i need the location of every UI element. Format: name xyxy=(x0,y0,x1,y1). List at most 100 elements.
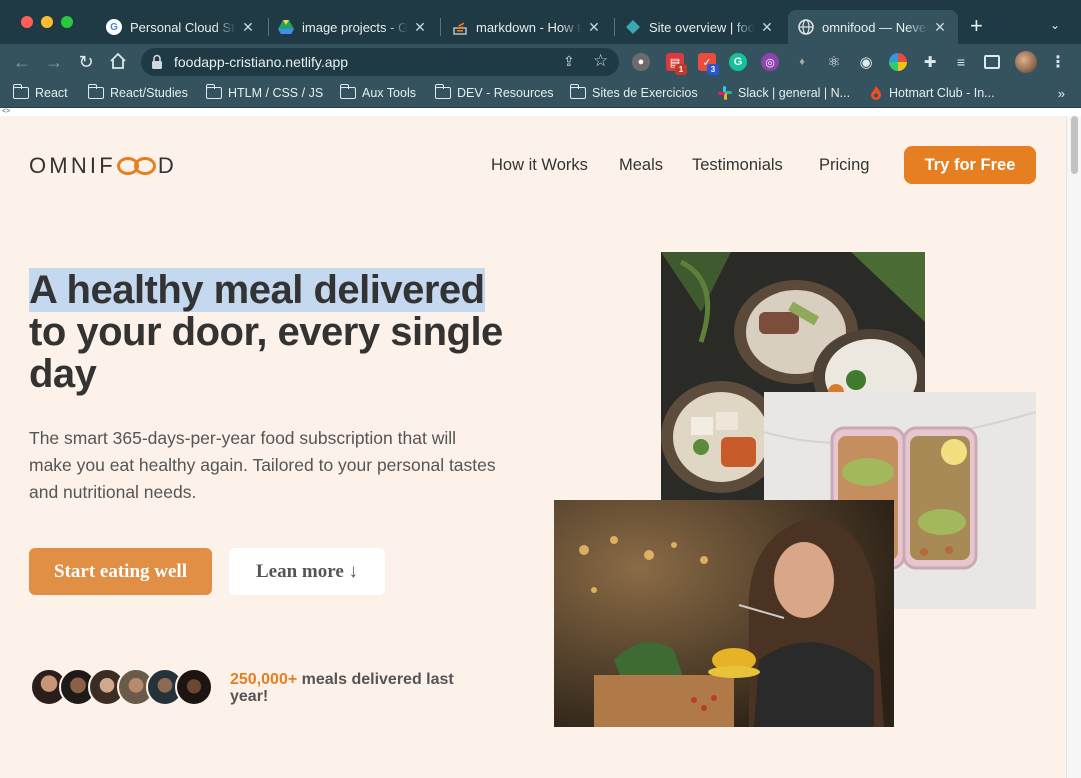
google-icon: G xyxy=(106,19,122,35)
extension-purple-icon[interactable]: ◎ xyxy=(761,53,779,71)
bookmark-label: Hotmart Club - In... xyxy=(889,86,995,100)
bookmark-label: React/Studies xyxy=(110,86,188,100)
bookmark-folder-sites-exercicios[interactable]: Sites de Exercicios xyxy=(569,84,698,100)
bookmark-folder-react[interactable]: React xyxy=(12,84,68,100)
stackoverflow-icon xyxy=(452,19,468,35)
close-tab-icon[interactable]: ✕ xyxy=(240,19,256,36)
maximize-window-button[interactable] xyxy=(61,16,73,28)
customer-avatar xyxy=(175,668,213,706)
address-bar[interactable]: foodapp-cristiano.netlify.app ⇪ ☆ xyxy=(141,48,619,76)
home-button[interactable] xyxy=(108,52,128,72)
browser-menu-icon[interactable]: ⋮ xyxy=(1049,53,1067,71)
bookmark-slack[interactable]: Slack | general | N... xyxy=(718,86,850,100)
folder-icon xyxy=(205,84,222,99)
folder-icon xyxy=(434,84,451,99)
logo-text-left: OMNIF xyxy=(29,153,116,178)
nav-how-it-works[interactable]: How it Works xyxy=(491,156,588,175)
globe-icon xyxy=(798,19,814,35)
bookmark-label: HTLM / CSS / JS xyxy=(228,86,324,100)
lock-icon[interactable] xyxy=(151,54,165,70)
tab-site-overview[interactable]: Site overview | foo ✕ xyxy=(615,10,785,44)
close-tab-icon[interactable]: ✕ xyxy=(759,19,775,36)
netlify-icon xyxy=(625,19,641,35)
bookmarks-bar: React React/Studies HTLM / CSS / JS Aux … xyxy=(0,80,1081,108)
bookmark-label: Slack | general | N... xyxy=(738,86,851,100)
colorpicker-icon[interactable] xyxy=(889,53,907,71)
tab-separator xyxy=(440,18,441,36)
url-text[interactable]: foodapp-cristiano.netlify.app xyxy=(174,54,348,70)
minimize-window-button[interactable] xyxy=(41,16,53,28)
slack-icon xyxy=(718,86,732,100)
browser-toolbar: ← → ↻ foodapp-cristiano.netlify.app ⇪ ☆ … xyxy=(0,44,1081,80)
close-window-button[interactable] xyxy=(21,16,33,28)
extension-target-icon[interactable]: ◉ xyxy=(857,53,875,71)
folder-icon xyxy=(87,84,104,99)
tab-image-projects[interactable]: image projects - Go ✕ xyxy=(268,10,438,44)
hotmart-flame-icon xyxy=(869,86,883,100)
hero-photo-woman-eating xyxy=(554,500,894,727)
extensions-puzzle-icon[interactable]: ✚ xyxy=(921,53,939,71)
bookmark-folder-html-css-js[interactable]: HTLM / CSS / JS xyxy=(205,84,324,100)
reading-list-icon[interactable]: ≡ xyxy=(952,53,970,71)
logo-text-right: D xyxy=(157,153,177,178)
tab-title: image projects - Go xyxy=(302,19,408,35)
scrollbar-thumb[interactable] xyxy=(1071,116,1078,174)
back-button[interactable]: ← xyxy=(12,52,32,72)
google-drive-icon xyxy=(278,19,294,35)
tab-omnifood-active[interactable]: omnifood — Never ✕ xyxy=(788,10,958,44)
grammarly-icon[interactable]: G xyxy=(729,53,747,71)
tab-markdown[interactable]: markdown - How to ✕ xyxy=(442,10,612,44)
bookmark-label: Sites de Exercicios xyxy=(592,86,698,100)
bookmark-hotmart[interactable]: Hotmart Club - In... xyxy=(869,86,995,100)
close-tab-icon[interactable]: ✕ xyxy=(932,19,948,36)
close-tab-icon[interactable]: ✕ xyxy=(586,19,602,36)
forward-button[interactable]: → xyxy=(44,52,64,72)
folder-icon xyxy=(12,84,29,99)
folder-icon xyxy=(339,84,356,99)
close-tab-icon[interactable]: ✕ xyxy=(412,19,428,36)
tab-personal-cloud[interactable]: G Personal Cloud Sto ✕ xyxy=(96,10,266,44)
side-panel-icon[interactable] xyxy=(984,55,1000,69)
hero-title: A healthy meal delivered to your door, ev… xyxy=(29,268,529,396)
hero-title-highlighted: A healthy meal delivered xyxy=(29,268,485,312)
hero-description: The smart 365-days-per-year food subscri… xyxy=(29,428,496,502)
devtools-marker: <> xyxy=(0,108,1081,116)
meals-delivered-text: 250,000+ meals delivered last year! xyxy=(230,671,490,705)
bookmark-label: Aux Tools xyxy=(362,86,416,100)
omnifood-logo[interactable]: OMNIF D xyxy=(29,153,177,179)
more-bookmarks-button[interactable]: » xyxy=(1058,86,1065,101)
extension-badge: 3 xyxy=(707,64,719,75)
tab-title: Site overview | foo xyxy=(649,19,755,35)
extension-badge: 1 xyxy=(675,64,687,75)
bookmark-label: DEV - Resources xyxy=(457,86,554,100)
new-tab-button[interactable]: + xyxy=(970,14,983,38)
folder-icon xyxy=(569,84,586,99)
profile-avatar[interactable] xyxy=(1015,51,1037,73)
nav-meals[interactable]: Meals xyxy=(619,156,663,175)
extension-tomato-icon[interactable]: ● xyxy=(632,53,650,71)
page-viewport: OMNIF D How it Works Meals Testimonials … xyxy=(0,116,1066,778)
try-for-free-button[interactable]: Try for Free xyxy=(904,146,1036,184)
bookmark-star-icon[interactable]: ☆ xyxy=(593,51,608,71)
learn-more-button[interactable]: Lean more ↓ xyxy=(229,548,385,595)
reload-button[interactable]: ↻ xyxy=(76,52,96,72)
tab-title: Personal Cloud Sto xyxy=(130,19,236,35)
nav-testimonials[interactable]: Testimonials xyxy=(692,156,783,175)
browser-titlebar: G Personal Cloud Sto ✕ image projects - … xyxy=(0,0,1081,44)
extension-dropper-icon[interactable]: ♦ xyxy=(793,53,811,71)
nav-pricing[interactable]: Pricing xyxy=(819,156,869,175)
tab-title: markdown - How to xyxy=(476,19,582,35)
tab-title: omnifood — Never xyxy=(822,19,928,35)
bookmark-folder-dev-resources[interactable]: DEV - Resources xyxy=(434,84,554,100)
bookmark-folder-aux-tools[interactable]: Aux Tools xyxy=(339,84,416,100)
tab-search-chevron-icon[interactable]: ⌄ xyxy=(1050,18,1060,32)
meals-delivered-number: 250,000+ xyxy=(230,671,298,688)
logo-rings-icon xyxy=(116,156,157,176)
hero-title-rest: to your door, every single day xyxy=(29,310,503,396)
share-icon[interactable]: ⇪ xyxy=(563,53,575,70)
react-devtools-icon[interactable]: ⚛ xyxy=(825,53,843,71)
start-eating-well-button[interactable]: Start eating well xyxy=(29,548,212,595)
bookmark-folder-react-studies[interactable]: React/Studies xyxy=(87,84,188,100)
bookmark-label: React xyxy=(35,86,68,100)
page-scrollbar[interactable] xyxy=(1066,116,1081,778)
